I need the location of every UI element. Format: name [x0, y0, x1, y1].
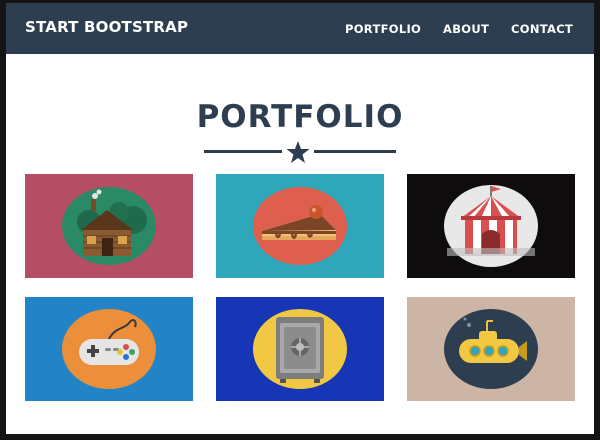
portfolio-item-game-controller[interactable] [25, 297, 193, 401]
portfolio-item-safe[interactable] [216, 297, 384, 401]
page: START BOOTSTRAP PORTFOLIO ABOUT CONTACT … [6, 3, 594, 434]
navbar: START BOOTSTRAP PORTFOLIO ABOUT CONTACT [6, 3, 594, 54]
section-title: PORTFOLIO [196, 99, 404, 135]
portfolio-item-cabin[interactable] [25, 174, 193, 278]
divider-line-right [314, 150, 396, 153]
nav-link-about[interactable]: ABOUT [443, 22, 489, 36]
safe-icon [276, 317, 324, 383]
portfolio-item-cake[interactable] [216, 174, 384, 278]
portfolio-item-circus-tent[interactable] [407, 174, 575, 278]
nav-link-contact[interactable]: CONTACT [511, 22, 573, 36]
portfolio-item-submarine[interactable] [407, 297, 575, 401]
nav-link-portfolio[interactable]: PORTFOLIO [345, 22, 421, 36]
divider-line-left [204, 150, 282, 153]
brand-link[interactable]: START BOOTSTRAP [25, 18, 188, 36]
star-icon [286, 141, 310, 163]
